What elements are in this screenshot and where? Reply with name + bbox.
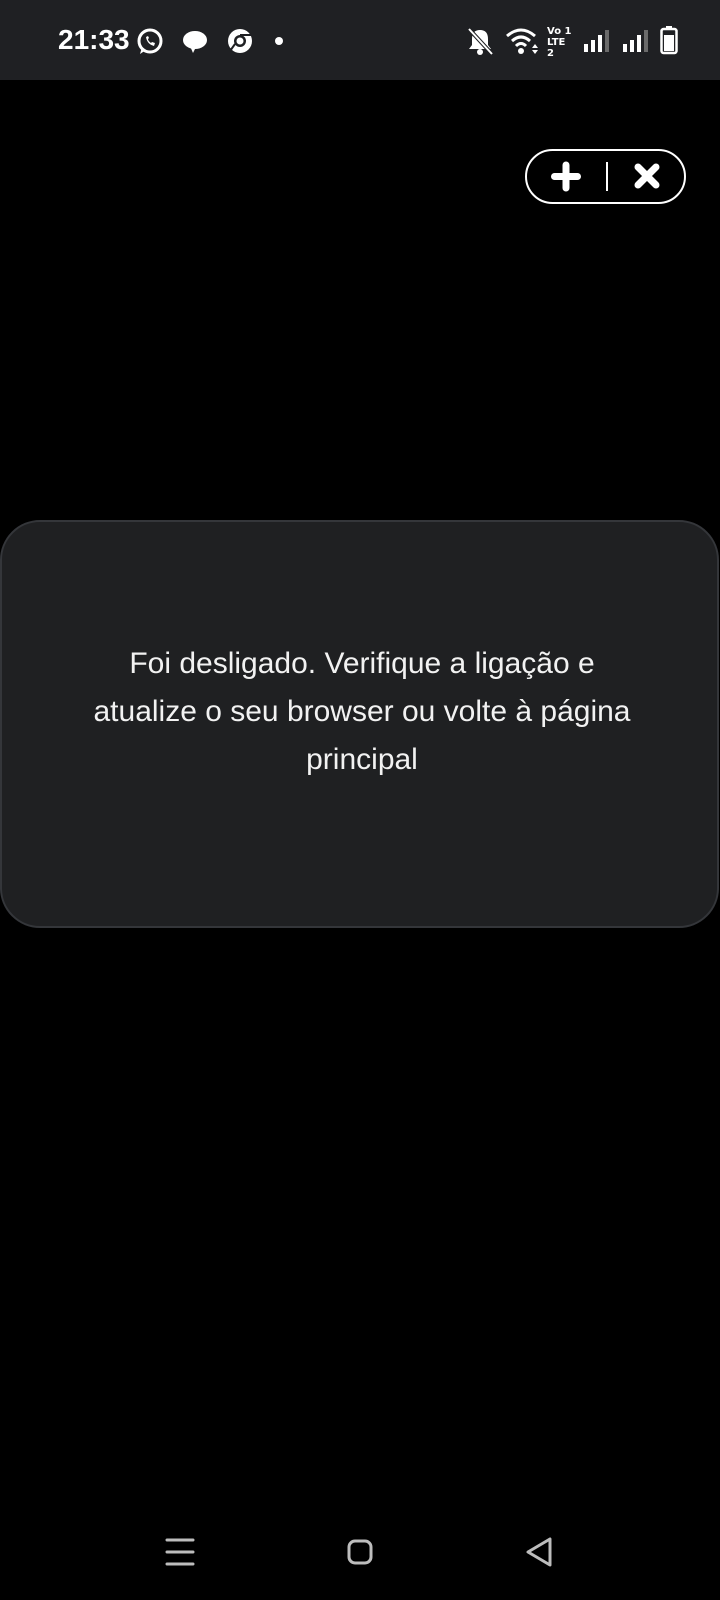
volte-line1: Vo 1 xyxy=(547,26,572,37)
battery-icon xyxy=(660,26,678,55)
volte-icon: Vo 1 LTE 2 xyxy=(547,26,575,59)
nav-home-button[interactable] xyxy=(338,1531,382,1573)
whatsapp-icon xyxy=(137,28,163,54)
overlay-controls xyxy=(525,149,686,204)
disconnected-card: Foi desligado. Verifique a ligação e atu… xyxy=(0,520,719,928)
nav-menu-button[interactable] xyxy=(158,1532,202,1572)
status-bar: 21:33 Vo 1 LTE 2 xyxy=(0,0,720,80)
screen: 21:33 Vo 1 LTE 2 Foi desligado. Verifiqu… xyxy=(0,0,720,1600)
add-button[interactable] xyxy=(527,151,605,202)
signal-icon xyxy=(584,30,609,52)
volte-line2: LTE 2 xyxy=(547,37,566,59)
close-button[interactable] xyxy=(608,151,686,202)
plus-icon xyxy=(551,161,581,192)
signal-icon xyxy=(623,30,648,52)
chrome-icon xyxy=(228,29,252,53)
back-icon xyxy=(526,1537,552,1567)
chat-bubble-icon xyxy=(183,31,207,53)
disconnected-message: Foi desligado. Verifique a ligação e atu… xyxy=(93,647,631,776)
close-icon xyxy=(634,163,660,189)
status-time: 21:33 xyxy=(58,24,130,55)
nav-back-button[interactable] xyxy=(518,1531,562,1573)
notification-dot-icon xyxy=(275,37,283,45)
menu-icon xyxy=(165,1538,195,1566)
home-icon xyxy=(347,1539,373,1565)
bell-off-icon xyxy=(467,27,494,56)
wifi-icon xyxy=(506,28,538,54)
